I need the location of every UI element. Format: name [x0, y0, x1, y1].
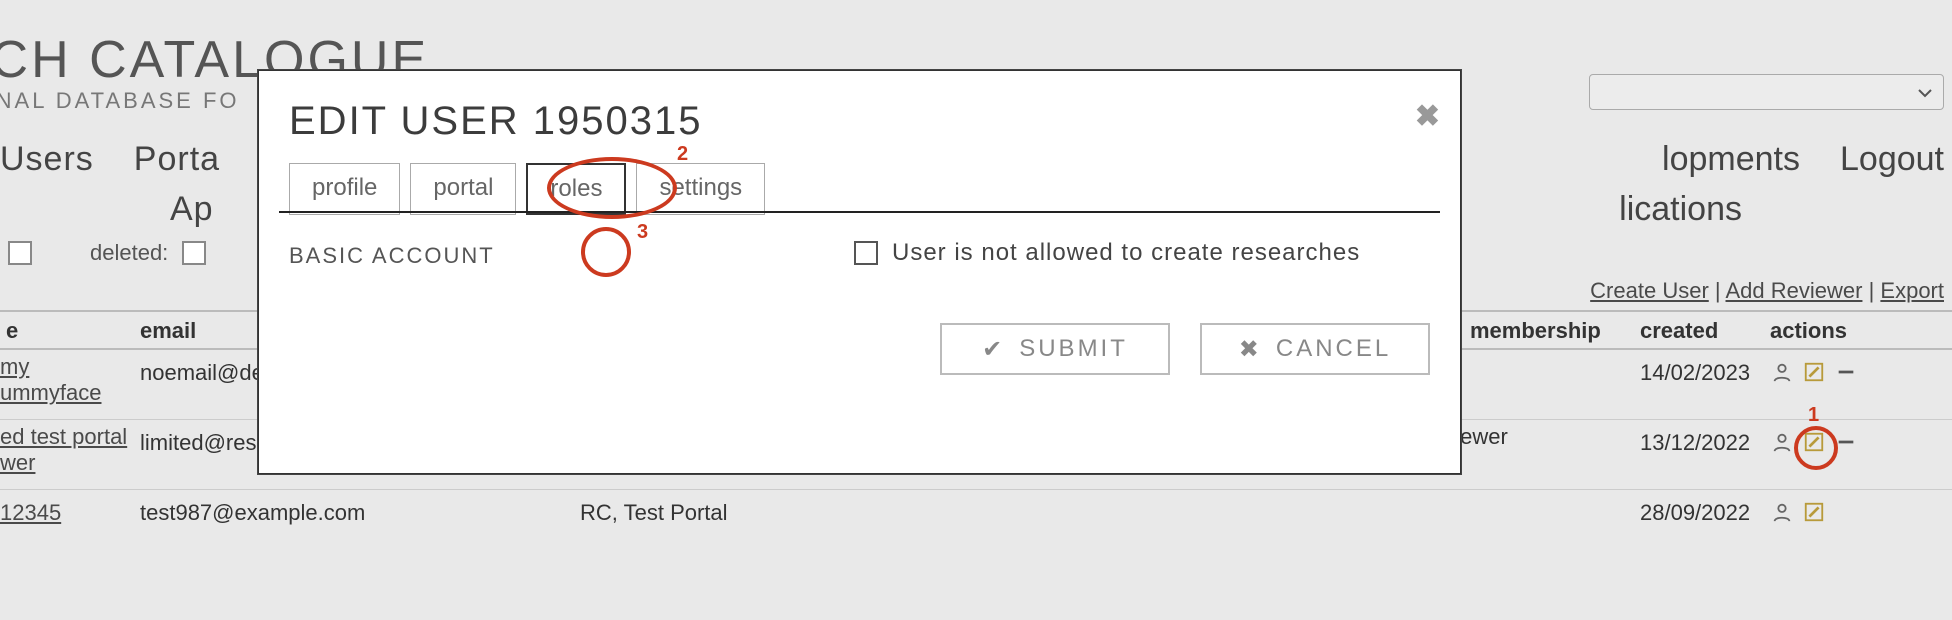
- dialog-title: EDIT USER 1950315: [289, 99, 702, 144]
- close-icon[interactable]: ✖: [1415, 99, 1440, 134]
- row-created: 14/02/2023: [1640, 360, 1750, 386]
- col-actions: actions: [1770, 318, 1847, 344]
- col-email: email: [140, 318, 196, 344]
- tab-roles[interactable]: roles: [526, 163, 626, 215]
- nav-users[interactable]: Users: [0, 140, 94, 179]
- nav-logout[interactable]: Logout: [1840, 140, 1944, 179]
- tab-settings[interactable]: settings: [636, 163, 765, 215]
- edit-icon[interactable]: [1802, 360, 1826, 384]
- deleted-checkbox[interactable]: [182, 241, 206, 265]
- cancel-button[interactable]: ✖ CANCEL: [1200, 323, 1430, 375]
- row-name-link[interactable]: myummyface: [0, 354, 101, 405]
- add-reviewer-link[interactable]: Add Reviewer: [1726, 278, 1863, 303]
- col-name: e: [6, 318, 18, 344]
- check-icon: ✔: [982, 335, 1005, 364]
- nav-portal[interactable]: Porta: [134, 140, 220, 179]
- nav-ap[interactable]: Ap: [170, 190, 214, 229]
- col-created: created: [1640, 318, 1718, 344]
- row-created: 13/12/2022: [1640, 430, 1750, 456]
- person-icon[interactable]: [1770, 430, 1794, 454]
- section-label-basic-account: BASIC ACCOUNT: [289, 243, 495, 269]
- minus-icon[interactable]: [1834, 360, 1858, 384]
- minus-icon[interactable]: [1834, 430, 1858, 454]
- basic-account-checkbox[interactable]: [854, 241, 878, 265]
- row-name-link[interactable]: 12345: [0, 500, 61, 525]
- cancel-label: CANCEL: [1276, 335, 1391, 363]
- row-created: 28/09/2022: [1640, 500, 1750, 526]
- table-action-links: Create User | Add Reviewer | Export: [1590, 278, 1944, 304]
- tab-underline: [279, 211, 1440, 213]
- tab-bar: profile portal roles settings: [289, 163, 775, 215]
- row-email: test987@example.com: [140, 500, 365, 526]
- edit-icon[interactable]: [1802, 430, 1826, 454]
- edit-user-dialog: EDIT USER 1950315 ✖ profile portal roles…: [258, 70, 1461, 474]
- filter-checkbox-1[interactable]: [8, 241, 32, 265]
- person-icon[interactable]: [1770, 500, 1794, 524]
- portal-dropdown[interactable]: [1589, 74, 1944, 110]
- person-icon[interactable]: [1770, 360, 1794, 384]
- submit-label: SUBMIT: [1019, 335, 1128, 363]
- submit-button[interactable]: ✔ SUBMIT: [940, 323, 1170, 375]
- basic-account-checkbox-label: User is not allowed to create researches: [892, 239, 1360, 267]
- col-membership: membership: [1470, 318, 1601, 344]
- chevron-down-icon: [1917, 85, 1933, 101]
- row-name-link[interactable]: ed test portalwer: [0, 424, 127, 475]
- export-link[interactable]: Export: [1880, 278, 1944, 303]
- edit-icon[interactable]: [1802, 500, 1826, 524]
- site-subtitle: TIONAL DATABASE FO: [0, 88, 240, 114]
- deleted-label: deleted:: [90, 240, 168, 266]
- tab-portal[interactable]: portal: [410, 163, 516, 215]
- x-icon: ✖: [1239, 335, 1262, 364]
- row-portal: RC, Test Portal: [580, 500, 728, 526]
- annotation-circle-3: [581, 227, 631, 277]
- nav-lications[interactable]: lications: [1619, 190, 1742, 229]
- nav-developments[interactable]: lopments: [1662, 140, 1800, 179]
- annotation-number-3: 3: [637, 221, 648, 244]
- tab-profile[interactable]: profile: [289, 163, 400, 215]
- table-row: 12345 test987@example.com RC, Test Porta…: [0, 490, 1952, 560]
- create-user-link[interactable]: Create User: [1590, 278, 1709, 303]
